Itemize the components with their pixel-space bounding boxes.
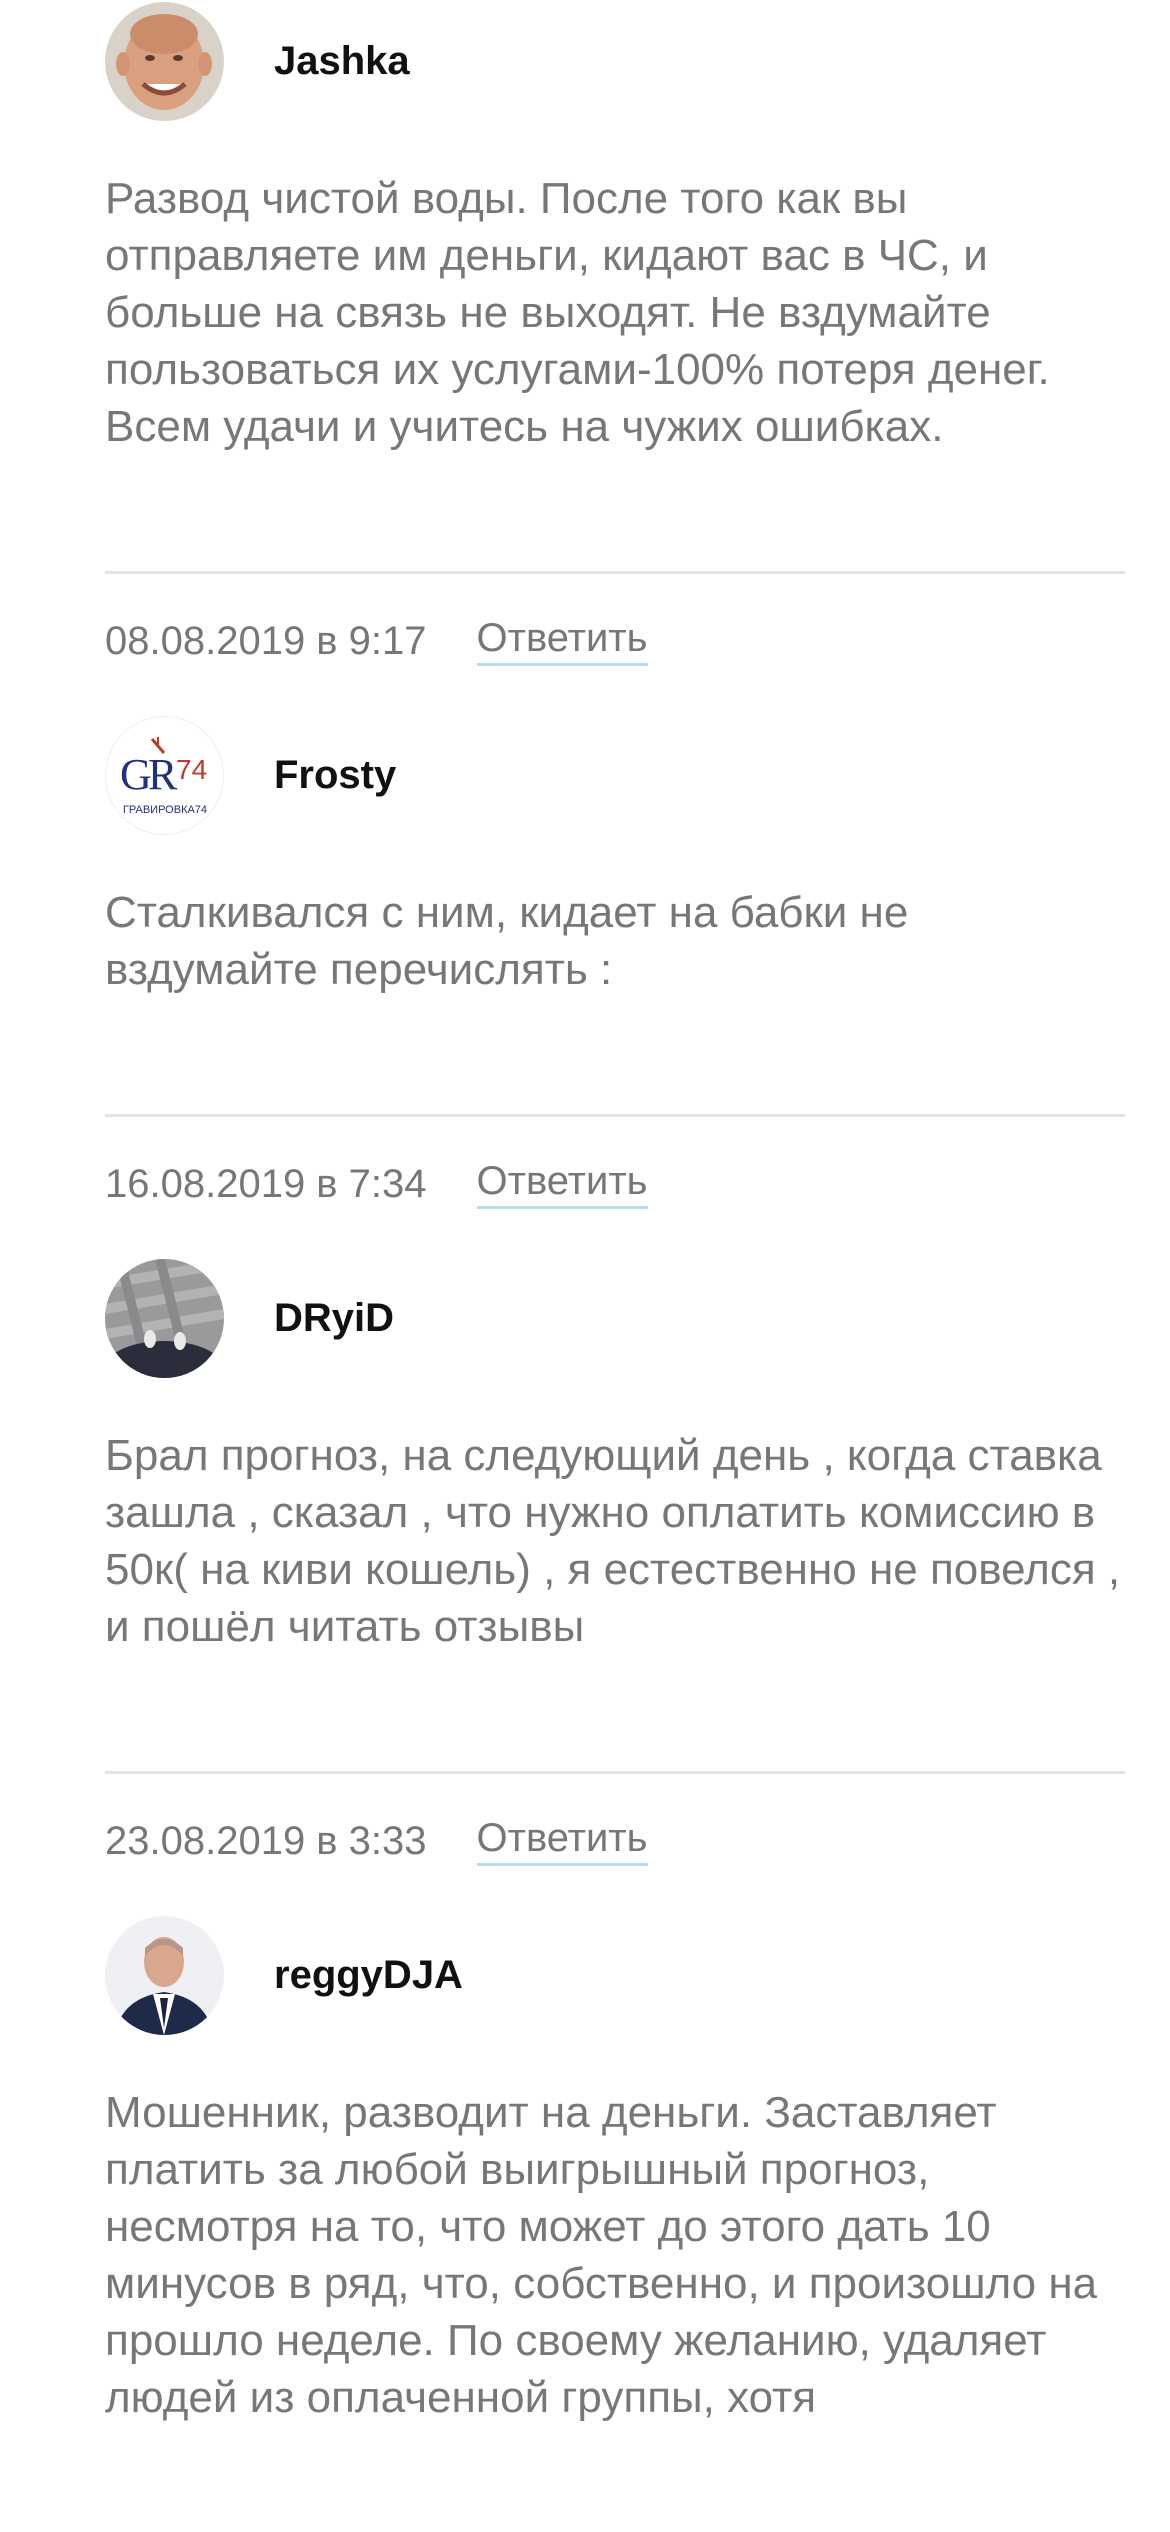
comment: Jashka Развод чистой воды. После того ка… xyxy=(105,0,1125,674)
divider xyxy=(105,571,1125,574)
avatar[interactable] xyxy=(105,1915,224,2035)
comment-date: 16.08.2019 в 7:34 xyxy=(105,1161,427,1206)
logo-avatar-icon: G R 74 ГРАВИРОВКА74 xyxy=(106,716,223,834)
author-name: Jashka xyxy=(274,38,410,83)
comment-date: 08.08.2019 в 9:17 xyxy=(105,618,427,663)
reply-link[interactable]: Ответить xyxy=(476,616,648,666)
comment-header: DRyiD xyxy=(105,1257,1125,1379)
comment-text: Развод чистой воды. После того как вы от… xyxy=(105,174,1050,451)
avatar-photo-icon xyxy=(105,1915,224,2035)
comment-text: Сталкивался с ним, кидает на бабки не вз… xyxy=(105,888,909,994)
avatar[interactable] xyxy=(105,1258,224,1378)
comment-text: Мошенник, разводит на деньги. Заставляет… xyxy=(105,2088,1098,2422)
comment-date: 23.08.2019 в 3:33 xyxy=(105,1818,427,1863)
svg-text:G: G xyxy=(120,750,152,799)
comment-feed: Jashka Развод чистой воды. После того ка… xyxy=(105,0,1125,2426)
author-name: reggyDJA xyxy=(274,1952,463,1997)
comment: reggyDJA Мошенник, разводит на деньги. З… xyxy=(105,1914,1125,2426)
svg-text:R: R xyxy=(148,750,178,799)
divider xyxy=(105,1114,1125,1117)
comment-header: reggyDJA xyxy=(105,1914,1125,2036)
avatar[interactable] xyxy=(105,1,224,121)
avatar[interactable]: G R 74 ГРАВИРОВКА74 xyxy=(105,715,224,835)
comment: G R 74 ГРАВИРОВКА74 Frosty Сталкивался с… xyxy=(105,714,1125,1217)
comment-header: G R 74 ГРАВИРОВКА74 Frosty xyxy=(105,714,1125,836)
svg-text:74: 74 xyxy=(176,754,207,785)
comment: DRyiD Брал прогноз, на следующий день , … xyxy=(105,1257,1125,1874)
avatar-photo-icon xyxy=(105,1,224,121)
author-name: Frosty xyxy=(274,752,397,797)
comment-meta: 23.08.2019 в 3:33 Ответить xyxy=(105,1808,1125,1874)
comment-meta: 16.08.2019 в 7:34 Ответить xyxy=(105,1151,1125,1217)
reply-link[interactable]: Ответить xyxy=(476,1816,648,1866)
comment-meta: 08.08.2019 в 9:17 Ответить xyxy=(105,608,1125,674)
comment-header: Jashka xyxy=(105,0,1125,122)
avatar-photo-icon xyxy=(105,1258,224,1378)
reply-link[interactable]: Ответить xyxy=(476,1159,648,1209)
author-name: DRyiD xyxy=(274,1295,395,1340)
comment-text: Брал прогноз, на следующий день , когда … xyxy=(105,1431,1121,1651)
divider xyxy=(105,1771,1125,1774)
avatar-logo-text: ГРАВИРОВКА74 xyxy=(123,804,207,816)
